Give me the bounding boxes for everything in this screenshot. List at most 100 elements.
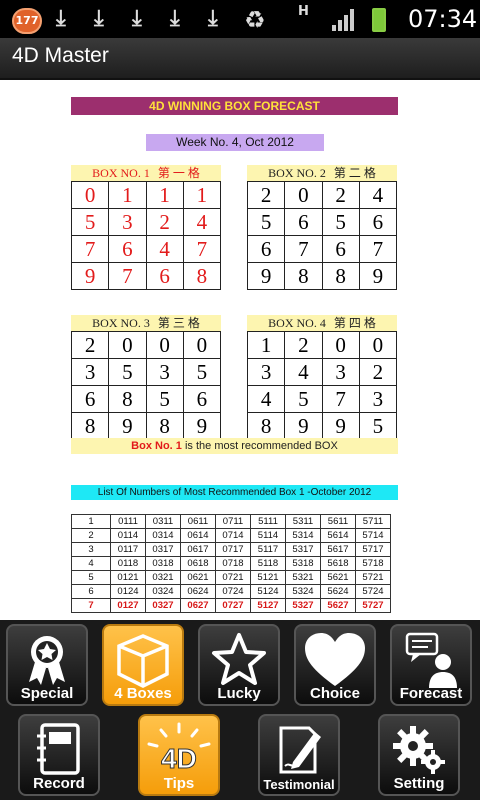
row-index: 2 [71,528,111,543]
table-row: 4 0118 0318 0618 0718 5118 5318 5618 5718 [71,556,391,571]
forecast-banner: 4D WINNING BOX FORECAST [71,97,398,115]
nav-choice-button[interactable]: Choice [294,624,376,706]
row-index: 1 [71,514,111,529]
number-cell: 0617 [180,542,216,557]
digit-cell: 4 [358,181,398,209]
number-cell: 0711 [215,514,251,529]
4d-tips-icon: 4D [147,722,211,775]
app-title-bar: 4D Master [0,38,480,80]
number-cell: 5124 [250,584,286,599]
box-icon [117,634,169,688]
number-cell: 5714 [355,528,391,543]
nav-label: 4 Boxes [114,685,172,702]
row-index: 7 [71,598,111,613]
digit-cell: 0 [145,331,184,359]
number-cell: 5318 [285,556,321,571]
digit-cell: 6 [321,235,360,263]
number-cell: 0614 [180,528,216,543]
box-3-label: BOX NO. 3 [92,316,150,330]
number-cell: 0618 [180,556,216,571]
digit-cell: 0 [358,331,398,359]
digit-cell: 3 [321,358,360,386]
download-icon: ⤓ [208,6,218,31]
recommended-box-label: Box No. 1 [131,440,182,452]
digit-cell: 9 [182,412,222,440]
number-cell: 0117 [110,542,146,557]
number-cell: 5127 [250,598,286,613]
pen-paper-icon [279,726,321,774]
star-icon [212,633,266,685]
nav-setting-button[interactable]: Setting [378,714,460,796]
digit-cell: 0 [70,181,110,209]
nav-forecast-button[interactable]: Forecast [390,624,472,706]
download-icon: ⤓ [170,6,180,31]
row-index: 5 [71,570,111,585]
digit-cell: 3 [358,385,398,413]
number-cell: 5611 [320,514,356,529]
number-cell: 5727 [355,598,391,613]
digit-cell: 8 [182,262,222,290]
digit-cell: 4 [284,358,323,386]
week-label: Week No. 4, Oct 2012 [146,134,324,151]
number-cell: 5324 [285,584,321,599]
download-icon: ⤓ [94,6,104,31]
digit-cell: 5 [108,358,147,386]
number-cell: 5311 [285,514,321,529]
digit-cell: 8 [145,412,184,440]
number-cell: 0127 [110,598,146,613]
digit-cell: 1 [108,181,147,209]
number-cell: 0114 [110,528,146,543]
nav-testimonial-button[interactable]: Testimonial [258,714,340,796]
number-cell: 5117 [250,542,286,557]
digit-cell: 6 [70,385,110,413]
digit-cell: 8 [284,262,323,290]
digit-cell: 6 [358,208,398,236]
number-cell: 0611 [180,514,216,529]
number-cell: 5717 [355,542,391,557]
digit-cell: 1 [246,331,286,359]
number-cell: 5618 [320,556,356,571]
digit-cell: 3 [145,358,184,386]
digit-cell: 5 [246,208,286,236]
download-icon: ⤓ [56,6,66,31]
number-cell: 5711 [355,514,391,529]
digit-cell: 7 [284,235,323,263]
number-cell: 0111 [110,514,146,529]
digit-cell: 2 [70,331,110,359]
digit-cell: 9 [284,412,323,440]
nav-tips-button[interactable]: 4D Tips [138,714,220,796]
table-row: 1 0111 0311 0611 0711 5111 5311 5611 5711 [71,514,391,529]
row-index: 3 [71,542,111,557]
nav-record-button[interactable]: Record [18,714,100,796]
signal-icon [332,9,358,31]
nav-label: Setting [393,775,445,792]
nav-label: Forecast [399,685,463,702]
number-cell: 5624 [320,584,356,599]
number-cell: 0311 [145,514,181,529]
digit-cell: 4 [246,385,286,413]
digit-cell: 4 [145,235,184,263]
heart-icon [305,633,365,686]
svg-text:4D: 4D [161,743,197,774]
number-cell: 5621 [320,570,356,585]
number-cell: 5724 [355,584,391,599]
number-cell: 0324 [145,584,181,599]
box-2-header: BOX NO. 2 第 二 格 [247,165,397,181]
digit-cell: 0 [321,331,360,359]
list-title: List Of Numbers of Most Recommended Box … [71,485,398,500]
nav-lucky-button[interactable]: Lucky [198,624,280,706]
nav-4boxes-button[interactable]: 4 Boxes [102,624,184,706]
digit-cell: 6 [145,262,184,290]
nav-special-button[interactable]: Special [6,624,88,706]
digit-cell: 7 [70,235,110,263]
forecast-content[interactable]: 4D WINNING BOX FORECAST Week No. 4, Oct … [0,80,480,620]
number-cell: 5327 [285,598,321,613]
table-row: 3 0117 0317 0617 0717 5117 5317 5617 5717 [71,542,391,557]
box-1: BOX NO. 1第 一 格 0111 5324 7647 9768 [70,165,222,290]
box-3-label-cn: 第 三 格 [157,316,200,330]
box-4-grid: 1200 3432 4573 8995 [246,331,398,440]
digit-cell: 9 [321,412,360,440]
digit-cell: 7 [321,385,360,413]
notification-badge[interactable]: 177 [12,8,42,34]
digit-cell: 2 [246,181,286,209]
